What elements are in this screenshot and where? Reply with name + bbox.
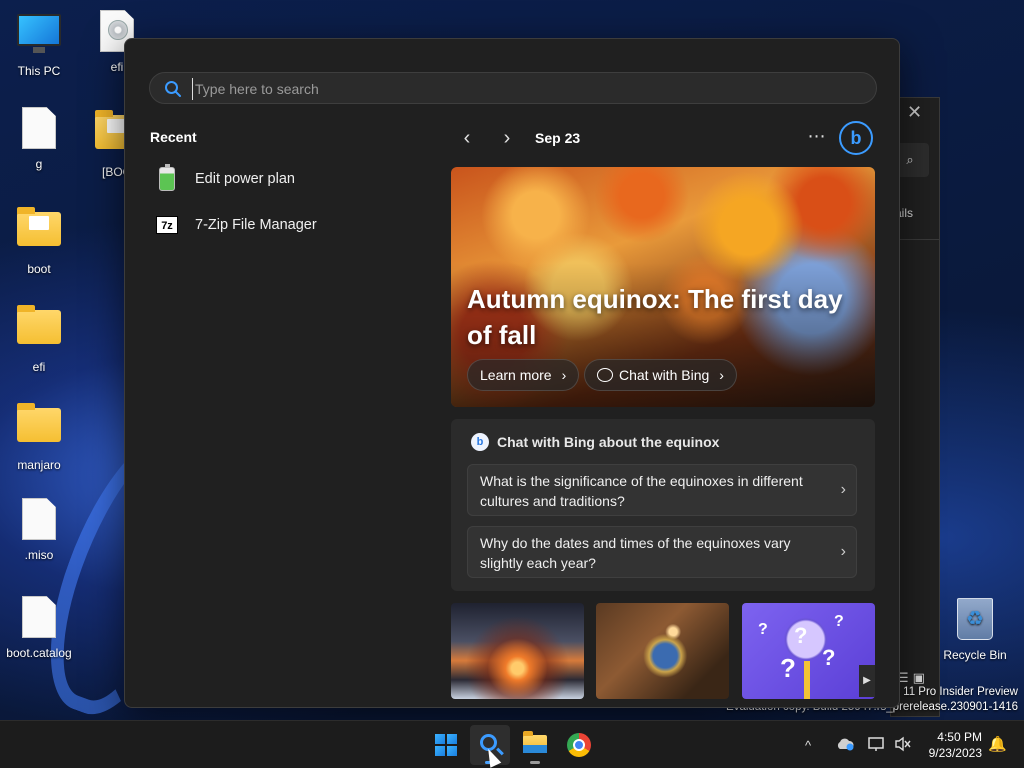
file-explorer-button[interactable] [515, 725, 555, 765]
clock[interactable]: 4:50 PM 9/23/2023 [920, 729, 982, 761]
chevron-right-icon: › [719, 367, 724, 383]
folder-icon [17, 305, 61, 354]
search-icon [165, 81, 181, 97]
highlights-nav: ‹ › Sep 23 ⋯ b [451, 121, 875, 155]
search-box[interactable] [149, 72, 877, 104]
chrome-button[interactable] [559, 725, 599, 765]
document-icon [17, 596, 61, 640]
desktop-icon-boot-catalog[interactable]: boot.catalog [0, 596, 78, 660]
document-icon [17, 107, 61, 151]
notification-bell-icon[interactable]: 🔔 [988, 735, 1007, 753]
clock-time: 4:50 PM [937, 730, 982, 744]
windows-logo-icon [435, 734, 457, 756]
highlight-date: Sep 23 [535, 130, 581, 146]
chrome-icon [567, 733, 591, 757]
recent-item-label: Edit power plan [195, 171, 295, 187]
chevron-left-icon[interactable]: ‹ [453, 125, 481, 153]
monitor-icon [17, 14, 61, 58]
folder-icon [17, 207, 61, 256]
chevron-right-icon: › [840, 543, 846, 560]
chat-bubble-icon [597, 368, 613, 382]
bing-chat-card: b Chat with Bing about the equinox What … [451, 419, 875, 591]
chevron-right-icon: › [840, 481, 846, 498]
hero-title[interactable]: Autumn equinox: The first day of fall [467, 281, 847, 353]
desktop-icon-recycle-bin[interactable]: ♻ Recycle Bin [936, 598, 1014, 662]
desktop-icon-g[interactable]: g [0, 107, 78, 171]
thumbnail-question-marks[interactable]: ? ? ? ? ? [742, 603, 875, 699]
chevron-up-icon: ^ [805, 737, 812, 753]
thumbnail-strip: ? ? ? ? ? ▶ [451, 603, 875, 699]
desktop-icon-label: g [35, 157, 43, 171]
recent-item-7zip[interactable]: 7z 7-Zip File Manager [153, 208, 317, 242]
chevron-right-icon: › [561, 367, 567, 383]
volume-muted-icon[interactable] [894, 736, 912, 752]
chat-question-text: Why do the dates and times of the equino… [480, 535, 791, 571]
learn-more-label: Learn more [480, 367, 552, 383]
recent-item-label: 7-Zip File Manager [195, 217, 317, 233]
scroll-right-icon[interactable]: ▶ [859, 665, 875, 697]
folder-icon [523, 731, 547, 753]
desktop-icon-label: boot [27, 262, 51, 276]
bing-icon[interactable]: b [839, 121, 873, 155]
taskbar: ^ 4:50 PM 9/23/2023 🔔 [0, 720, 1024, 768]
search-input[interactable] [192, 78, 852, 100]
running-indicator [530, 761, 540, 764]
desktop-icon-label: This PC [17, 64, 61, 78]
bing-chat-heading-text: Chat with Bing about the equinox [497, 434, 720, 450]
more-options-icon[interactable]: ⋯ [803, 125, 831, 153]
chat-question-button[interactable]: Why do the dates and times of the equino… [467, 526, 857, 578]
bing-icon: b [471, 433, 489, 451]
bing-chat-heading: b Chat with Bing about the equinox [471, 433, 719, 451]
desktop-icon-label: manjaro [17, 458, 61, 472]
chat-question-text: What is the significance of the equinoxe… [480, 473, 803, 509]
document-icon [17, 498, 61, 542]
desktop-icon-label: .miso [24, 548, 54, 562]
chat-with-bing-label: Chat with Bing [619, 367, 710, 383]
battery-icon [153, 164, 181, 192]
chevron-right-icon[interactable]: › [493, 125, 521, 153]
start-button[interactable] [426, 725, 466, 765]
tray-overflow-button[interactable]: ^ [805, 721, 811, 768]
desktop-icon-label: efi [32, 360, 46, 374]
recycle-bin-icon: ♻ [953, 598, 997, 642]
view-toggle-icon[interactable]: ☰▣ [897, 670, 929, 686]
close-icon[interactable]: ✕ [907, 102, 922, 123]
desktop-icon-efi[interactable]: efi [0, 302, 78, 374]
network-icon[interactable] [868, 736, 886, 752]
search-flyout: Recent Edit power plan 7z 7-Zip File Man… [124, 38, 900, 708]
desktop-icon-manjaro[interactable]: manjaro [0, 400, 78, 472]
recent-item-edit-power-plan[interactable]: Edit power plan [153, 162, 295, 196]
desktop-icon-boot[interactable]: boot [0, 204, 78, 276]
folder-icon [17, 403, 61, 452]
hero-card[interactable]: Autumn equinox: The first day of fall Le… [451, 167, 875, 407]
desktop-icon-label: Recycle Bin [943, 648, 1007, 662]
thumbnail-sunset-river[interactable] [451, 603, 584, 699]
desktop-icon-this-pc[interactable]: This PC [0, 10, 78, 78]
watermark-edition: s 11 Pro Insider Preview [894, 686, 1018, 698]
onedrive-icon[interactable] [836, 737, 854, 751]
desktop-icon-miso[interactable]: .miso [0, 498, 78, 562]
chat-with-bing-button[interactable]: Chat with Bing › [584, 359, 737, 391]
recent-heading: Recent [150, 129, 197, 145]
chat-question-button[interactable]: What is the significance of the equinoxe… [467, 464, 857, 516]
thumbnail-autumn-globe[interactable] [596, 603, 729, 699]
desktop-icon-label: boot.catalog [6, 646, 72, 660]
learn-more-button[interactable]: Learn more › [467, 359, 580, 391]
7zip-icon: 7z [153, 212, 181, 238]
clock-date: 9/23/2023 [928, 746, 982, 760]
